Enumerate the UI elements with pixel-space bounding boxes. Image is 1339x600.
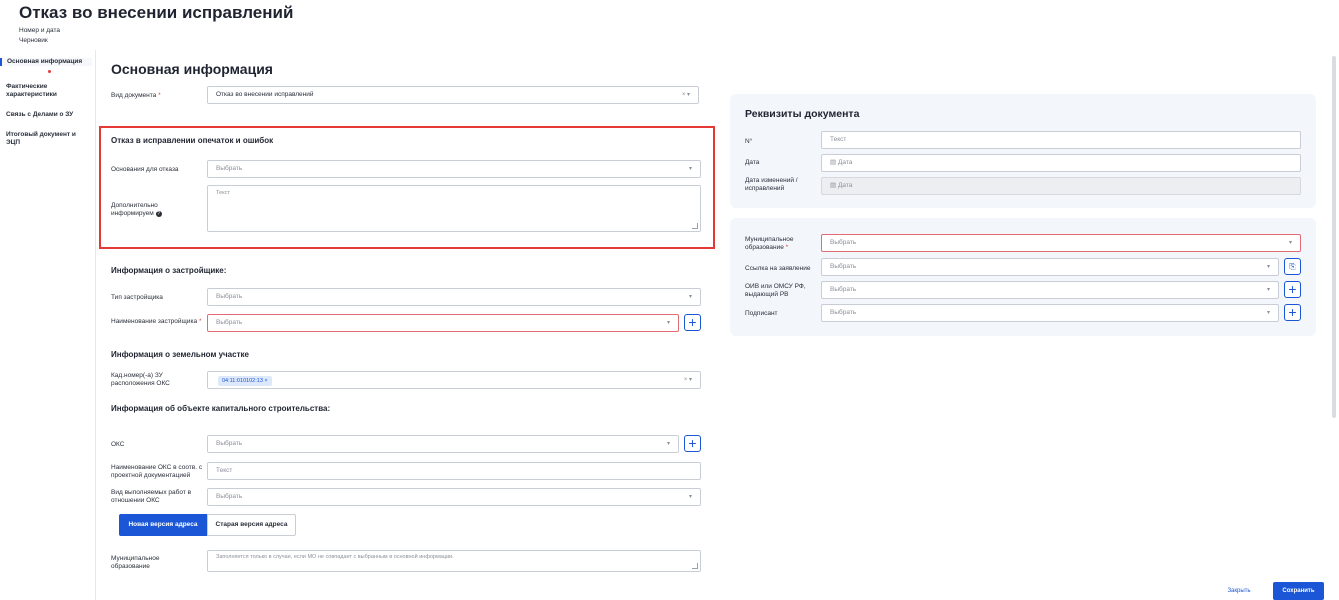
add-oiv-button[interactable]: + <box>1284 281 1301 298</box>
works-label: Вид выполняемых работ в отношении ОКС <box>111 489 192 504</box>
date-label: Дата <box>745 159 760 166</box>
cadastral-label: Кад.номер(-а) ЗУ расположения ОКС <box>111 372 170 387</box>
page-title: Отказ во внесении исправлений <box>19 3 294 22</box>
number-date-label: Номер и дата <box>19 27 61 34</box>
plus-icon: + <box>688 435 697 451</box>
sidebar-error-dot <box>48 70 51 73</box>
oks-label: ОКС <box>111 441 125 448</box>
close-button[interactable]: Закрыть <box>1218 582 1260 600</box>
mo-address-label: Муниципальное образование <box>111 555 160 570</box>
capital-title: Информация об объекте капитального строи… <box>111 404 331 413</box>
tab-new-address[interactable]: Новая версия адреса <box>119 514 207 536</box>
oiv-label: ОИВ или ОМСУ РФ, выдающий РВ <box>745 283 806 298</box>
changed-date-label: Дата изменений / исправлений <box>745 177 798 192</box>
doc-type-label: Вид документа * <box>111 92 161 99</box>
sidebar: Основная информация Фактические характер… <box>0 50 96 600</box>
developer-type-label: Тип застройщика <box>111 294 163 301</box>
date-input[interactable]: ▤ Дата <box>821 154 1301 172</box>
open-application-button[interactable]: ⎘ <box>1284 258 1301 275</box>
refusal-title: Отказ в исправлении опечаток и ошибок <box>111 136 274 145</box>
sidebar-item-actual-characteristics[interactable]: Фактические характеристики <box>0 83 80 99</box>
oks-name-label: Наименование ОКС в соотв. с проектной до… <box>111 464 203 479</box>
requisites-title: Реквизиты документа <box>745 108 860 120</box>
status-label: Черновик <box>19 37 48 44</box>
doc-type-select[interactable]: Отказ во внесении исправлений × ▾ <box>207 86 699 104</box>
refusal-reason-label: Основания для отказа <box>111 166 179 173</box>
mo-address-textarea[interactable]: Заполняется только в случае, если МО не … <box>207 550 701 572</box>
sidebar-item-main-info[interactable]: Основная информация <box>0 58 92 66</box>
plus-icon: + <box>1288 304 1297 320</box>
chip-remove-icon[interactable]: × <box>264 378 267 384</box>
document-icon: ⎘ <box>1289 262 1296 271</box>
section-title: Основная информация <box>111 61 273 77</box>
oks-name-input[interactable]: Текст <box>207 462 701 480</box>
cadastral-select[interactable]: × ▾ <box>207 371 701 389</box>
developer-type-select[interactable]: Выбрать ▾ <box>207 288 701 306</box>
developer-title: Информация о застройщике: <box>111 266 227 275</box>
oks-select[interactable]: Выбрать ▾ <box>207 435 679 453</box>
add-oks-button[interactable]: + <box>684 435 701 452</box>
application-link-select[interactable]: Выбрать ▾ <box>821 258 1279 276</box>
mo-select[interactable]: Выбрать ▾ <box>821 234 1301 252</box>
signer-label: Подписант <box>745 310 778 317</box>
sidebar-item-final-document[interactable]: Итоговый документ и ЭЦП <box>0 131 88 147</box>
plus-icon: + <box>1288 281 1297 297</box>
number-input[interactable]: Текст <box>821 131 1301 149</box>
help-icon[interactable]: ? <box>155 210 162 217</box>
number-label: N° <box>745 138 753 145</box>
add-developer-button[interactable]: + <box>684 314 701 331</box>
oiv-select[interactable]: Выбрать ▾ <box>821 281 1279 299</box>
refusal-reason-select[interactable]: Выбрать ▾ <box>207 160 701 178</box>
signer-select[interactable]: Выбрать ▾ <box>821 304 1279 322</box>
land-title: Информация о земельном участке <box>111 350 249 359</box>
sidebar-item-land-cases[interactable]: Связь с Делами о ЗУ <box>0 111 92 119</box>
page-scrollbar[interactable] <box>1332 56 1336 418</box>
extra-info-textarea[interactable]: Текст <box>207 185 701 232</box>
changed-date-input: ▤ Дата <box>821 177 1301 195</box>
mo-label: Муниципальное образование * <box>745 236 794 251</box>
works-select[interactable]: Выбрать ▾ <box>207 488 701 506</box>
calendar-icon: ▤ <box>830 182 837 189</box>
developer-name-label: Наименование застройщика * <box>111 318 202 325</box>
plus-icon: + <box>688 314 697 330</box>
application-link-label: Ссылка на заявление <box>745 265 811 272</box>
tab-old-address[interactable]: Старая версия адреса <box>207 514 296 536</box>
save-button[interactable]: Сохранить <box>1273 582 1324 600</box>
extra-info-label: Дополнительно информируем ? <box>111 202 162 217</box>
developer-name-select[interactable]: Выбрать ▾ <box>207 314 679 332</box>
add-signer-button[interactable]: + <box>1284 304 1301 321</box>
calendar-icon: ▤ <box>830 159 837 166</box>
cadastral-chip: 04:11:010102:13 × <box>218 376 272 386</box>
